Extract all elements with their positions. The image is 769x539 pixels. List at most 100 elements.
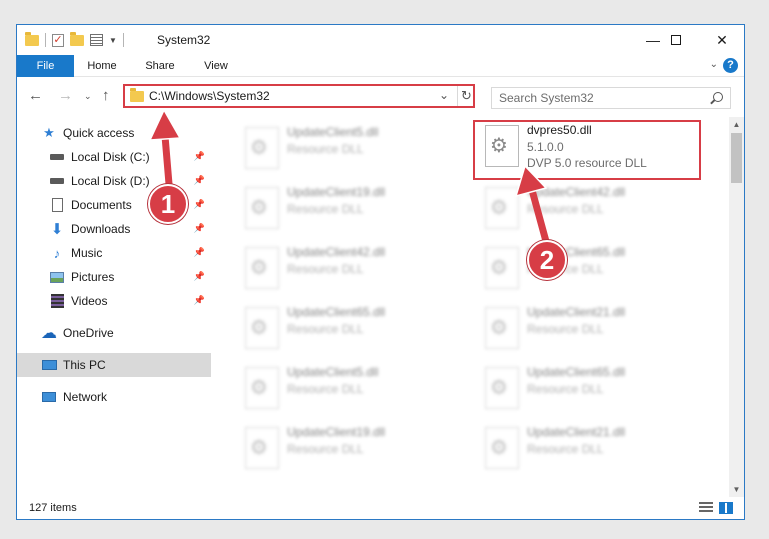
forward-arrow-icon[interactable]: → xyxy=(58,87,73,104)
file-name: UpdateClient21.dll xyxy=(527,425,626,439)
toolbar-divider xyxy=(45,33,46,47)
scroll-down-icon[interactable]: ▼ xyxy=(729,482,744,497)
file-type: Resource DLL xyxy=(527,202,604,216)
tab-home[interactable]: Home xyxy=(77,55,127,77)
nav-item-label: Videos xyxy=(71,294,108,308)
status-bar: 127 items xyxy=(17,497,744,519)
pin-icon[interactable]: 📌 xyxy=(194,199,205,210)
file-name: UpdateClient65.dll xyxy=(527,365,626,379)
expand-ribbon-icon[interactable]: ⌄ xyxy=(710,59,718,70)
dll-file-icon xyxy=(485,427,519,469)
address-path[interactable]: C:\Windows\System32 xyxy=(149,89,270,103)
nav-item-local-disk-c[interactable]: Local Disk (C:) 📌 xyxy=(17,145,211,169)
nav-item-this-pc[interactable]: This PC xyxy=(17,353,211,377)
cloud-icon: ☁ xyxy=(41,325,57,342)
list-item[interactable]: UpdateClient21.dll Resource DLL xyxy=(475,423,703,475)
pictures-icon xyxy=(49,269,65,285)
title-bar: ✓ ▼ System32 — ✕ xyxy=(17,25,744,55)
dll-file-icon xyxy=(245,187,279,229)
chevron-down-icon[interactable]: ⌄ xyxy=(439,88,449,102)
step-2-badge: 2 xyxy=(527,240,567,280)
nav-item-pictures[interactable]: Pictures 📌 xyxy=(17,265,211,289)
list-item[interactable]: UpdateClient65.dll Resource DLL xyxy=(475,363,703,415)
nav-item-onedrive[interactable]: ☁ OneDrive xyxy=(17,321,211,345)
file-type: Resource DLL xyxy=(527,382,604,396)
properties-icon[interactable] xyxy=(90,34,103,46)
pin-icon[interactable]: 📌 xyxy=(194,223,205,234)
dll-file-icon xyxy=(245,127,279,169)
item-count: 127 items xyxy=(29,502,77,514)
dll-file-icon xyxy=(485,247,519,289)
pin-icon[interactable]: 📌 xyxy=(194,175,205,186)
list-item[interactable]: UpdateClient21.dll Resource DLL xyxy=(475,303,703,355)
file-name: UpdateClient65.dll xyxy=(287,305,386,319)
nav-item-downloads[interactable]: ⬇ Downloads 📌 xyxy=(17,217,211,241)
nav-item-label: Downloads xyxy=(71,222,131,236)
nav-item-network[interactable]: Network xyxy=(17,385,211,409)
file-type: Resource DLL xyxy=(287,202,364,216)
tiles-view-icon[interactable] xyxy=(719,502,733,514)
nav-item-music[interactable]: ♪ Music 📌 xyxy=(17,241,211,265)
ribbon-tabs: File Home Share View ⌄ ? xyxy=(17,55,744,77)
file-name: UpdateClient42.dll xyxy=(527,185,626,199)
list-item[interactable]: UpdateClient65.dll Resource DLL xyxy=(235,303,463,355)
navigation-pane: ★ Quick access Local Disk (C:) 📌 Local D… xyxy=(17,117,211,495)
address-bar[interactable]: C:\Windows\System32 ⌄ xyxy=(123,84,475,108)
pin-icon[interactable]: 📌 xyxy=(194,151,205,162)
search-icon[interactable] xyxy=(713,92,723,102)
maximize-icon xyxy=(671,35,681,45)
dll-file-icon xyxy=(245,427,279,469)
file-name: UpdateClient5.dll xyxy=(287,125,379,139)
list-item[interactable]: UpdateClient5.dll Resource DLL xyxy=(235,363,463,415)
search-placeholder: Search System32 xyxy=(499,91,594,105)
nav-item-label: This PC xyxy=(63,358,106,372)
properties-check-icon[interactable]: ✓ xyxy=(52,33,64,47)
new-folder-icon[interactable] xyxy=(70,31,84,46)
quick-access-toolbar: ✓ ▼ xyxy=(25,31,124,49)
file-type: Resource DLL xyxy=(287,442,364,456)
nav-item-label: OneDrive xyxy=(63,326,114,340)
nav-item-videos[interactable]: Videos 📌 xyxy=(17,289,211,313)
address-row: ← → ⌄ ↑ C:\Windows\System32 ⌄ ↻ Search S… xyxy=(17,79,744,113)
tab-share[interactable]: Share xyxy=(135,55,185,77)
nav-item-label: Pictures xyxy=(71,270,115,284)
pin-icon[interactable]: 📌 xyxy=(194,271,205,282)
scroll-thumb[interactable] xyxy=(731,133,742,183)
dll-file-icon xyxy=(485,367,519,409)
vertical-scrollbar[interactable]: ▲ ▼ xyxy=(729,117,744,497)
drive-icon xyxy=(49,173,65,189)
help-icon[interactable]: ? xyxy=(723,58,738,73)
dll-file-icon xyxy=(245,247,279,289)
nav-item-label: Music xyxy=(71,246,103,260)
details-view-icon[interactable] xyxy=(699,502,713,514)
pin-icon[interactable]: 📌 xyxy=(194,247,205,258)
list-item[interactable]: UpdateClient42.dll Resource DLL xyxy=(235,243,463,295)
up-arrow-icon[interactable]: ↑ xyxy=(102,87,110,104)
close-button[interactable]: ✕ xyxy=(699,25,744,55)
recent-locations-icon[interactable]: ⌄ xyxy=(84,91,92,102)
toolbar-divider xyxy=(122,33,124,47)
nav-item-label: Quick access xyxy=(63,126,135,140)
dll-file-icon xyxy=(485,307,519,349)
search-input[interactable]: Search System32 xyxy=(491,87,731,109)
list-item[interactable]: UpdateClient19.dll Resource DLL xyxy=(235,423,463,475)
scroll-up-icon[interactable]: ▲ xyxy=(729,117,744,132)
list-item[interactable]: UpdateClient5.dll Resource DLL xyxy=(235,123,463,175)
download-icon: ⬇ xyxy=(50,221,64,238)
file-type: Resource DLL xyxy=(527,322,604,336)
file-type: Resource DLL xyxy=(287,142,364,156)
file-type: Resource DLL xyxy=(287,262,364,276)
list-item[interactable]: UpdateClient19.dll Resource DLL xyxy=(235,183,463,235)
customize-toolbar-icon[interactable]: ▼ xyxy=(109,36,117,45)
pin-icon[interactable]: 📌 xyxy=(194,295,205,306)
back-arrow-icon[interactable]: ← xyxy=(28,87,43,104)
tab-view[interactable]: View xyxy=(191,55,241,77)
list-item[interactable]: UpdateClient65.dll Resource DLL xyxy=(475,243,703,295)
refresh-button[interactable]: ↻ xyxy=(457,86,475,106)
tab-file[interactable]: File xyxy=(17,55,74,77)
star-icon: ★ xyxy=(43,125,55,140)
maximize-button[interactable] xyxy=(653,25,699,55)
nav-item-quick-access[interactable]: ★ Quick access xyxy=(17,121,211,145)
list-item[interactable]: UpdateClient42.dll Resource DLL xyxy=(475,183,703,235)
highlight-box-file xyxy=(473,120,701,180)
